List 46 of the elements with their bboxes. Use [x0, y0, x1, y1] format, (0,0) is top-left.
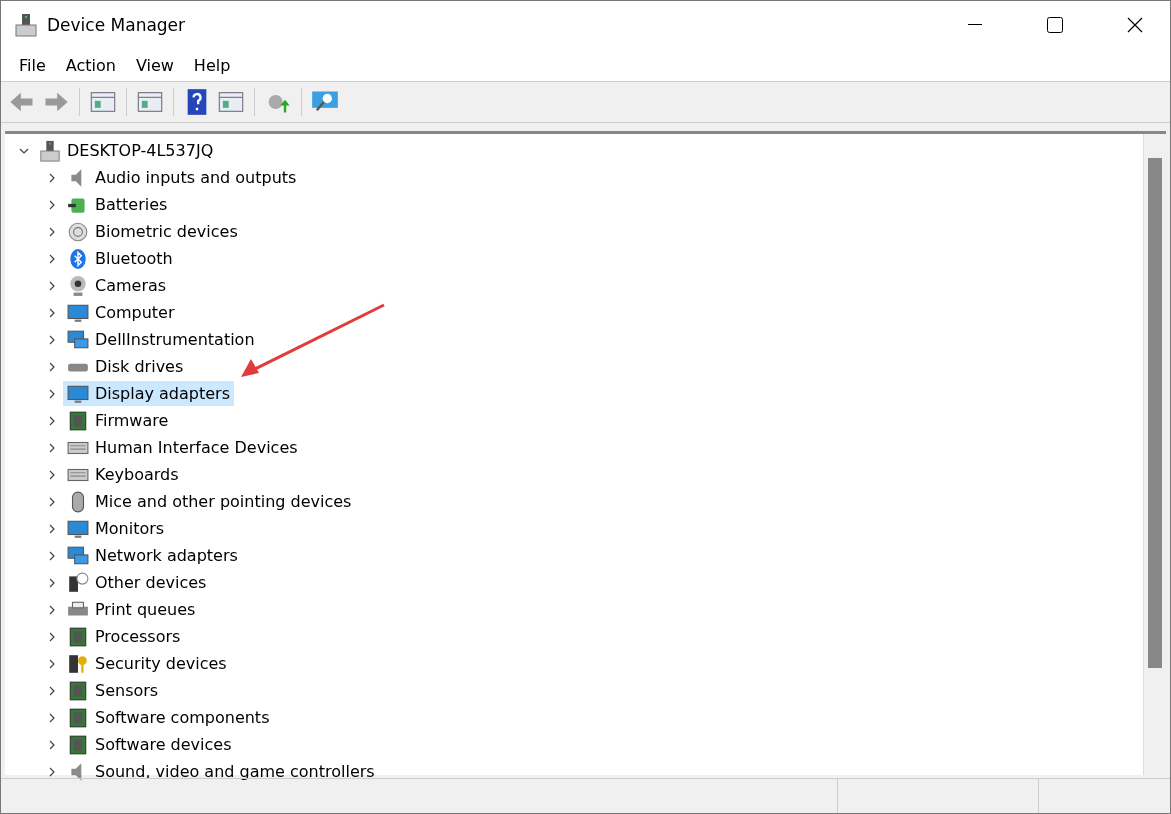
tree-item[interactable]: Batteries: [63, 192, 172, 217]
tree-item[interactable]: Print queues: [63, 597, 200, 622]
computer-tower-icon: [15, 13, 37, 37]
minimize-icon: [968, 24, 982, 26]
tree-item[interactable]: Processors: [63, 624, 185, 649]
tree-item[interactable]: Disk drives: [63, 354, 188, 379]
webcam-icon: [67, 274, 89, 297]
network-icon: [67, 328, 89, 351]
tree-item[interactable]: Sound, video and game controllers: [63, 759, 379, 784]
scrollbar-thumb[interactable]: [1148, 158, 1162, 668]
tree-item[interactable]: DESKTOP-4L537JQ: [67, 141, 214, 160]
tree-item[interactable]: Software devices: [63, 732, 236, 757]
scrollbar[interactable]: [1143, 134, 1166, 775]
tree-item[interactable]: Biometric devices: [63, 219, 242, 244]
tree-item[interactable]: Keyboards: [63, 462, 183, 487]
network-icon: [67, 544, 89, 567]
key-icon: [67, 652, 89, 675]
close-icon: [1127, 17, 1143, 33]
chip-icon: [67, 409, 89, 432]
menu-item[interactable]: File: [9, 51, 56, 79]
chip-icon: [67, 706, 89, 729]
chip-icon: [67, 733, 89, 756]
tree-item[interactable]: Human Interface Devices: [63, 435, 302, 460]
tree-item[interactable]: Security devices: [63, 651, 231, 676]
tree-item[interactable]: Software components: [63, 705, 274, 730]
chip-icon: [67, 679, 89, 702]
tree-item[interactable]: Mice and other pointing devices: [63, 489, 356, 514]
menu-item[interactable]: Action: [55, 51, 126, 79]
tree-item[interactable]: Audio inputs and outputs: [63, 165, 301, 190]
tree-item[interactable]: Other devices: [63, 570, 211, 595]
chip-icon: [67, 625, 89, 648]
window-title: Device Manager: [47, 15, 187, 35]
tree-item[interactable]: Display adapters: [63, 381, 234, 406]
computer-tower-icon: [39, 139, 61, 162]
tree-item[interactable]: Monitors: [63, 516, 169, 541]
tree-item[interactable]: Bluetooth: [63, 246, 177, 271]
tree-item[interactable]: Computer: [63, 300, 179, 325]
menu-item[interactable]: Help: [183, 51, 241, 79]
tree-item[interactable]: Cameras: [63, 273, 171, 298]
tree-item[interactable]: Network adapters: [63, 543, 242, 568]
tree-item[interactable]: Firmware: [63, 408, 173, 433]
bluetooth-icon: [67, 247, 89, 270]
tree-item[interactable]: DellInstrumentation: [63, 327, 259, 352]
maximize-icon: [1047, 17, 1063, 33]
tree-item[interactable]: Sensors: [63, 678, 163, 703]
menu-item[interactable]: View: [125, 51, 184, 79]
